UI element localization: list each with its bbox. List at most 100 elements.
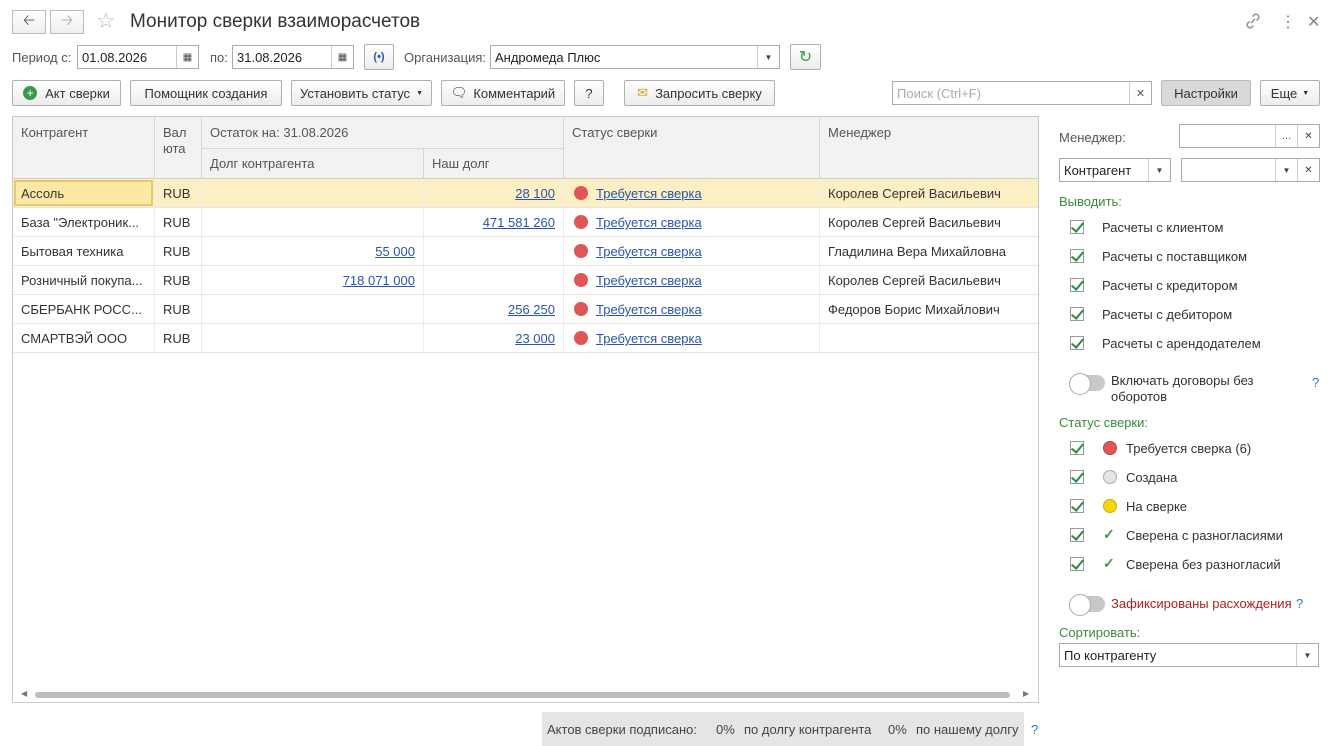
column-divider — [154, 208, 155, 237]
cell-counterparty[interactable]: СБЕРБАНК РОСС... — [21, 302, 151, 317]
period-from-field[interactable]: 01.08.2026 ▦ — [77, 45, 199, 69]
calendar-icon[interactable]: ▦ — [331, 46, 353, 68]
cell-counterparty[interactable]: База "Электроник... — [21, 215, 151, 230]
manager-field[interactable]: … ✕ — [1179, 124, 1320, 148]
arrow-right-icon: 🡢 — [60, 11, 74, 29]
cell-our-debt[interactable]: 23 000 — [425, 331, 555, 346]
output-checkbox[interactable] — [1070, 220, 1084, 234]
close-icon[interactable]: ✕ — [1307, 12, 1320, 32]
cell-their-debt[interactable]: 718 071 000 — [203, 273, 415, 288]
chevron-down-icon[interactable]: ▼ — [1275, 159, 1297, 181]
discrepancy-help-icon[interactable]: ? — [1296, 596, 1303, 611]
cell-status[interactable]: Требуется сверка — [596, 302, 702, 317]
cell-manager: Гладилина Вера Михайловна — [828, 244, 1007, 259]
discrepancy-toggle[interactable] — [1069, 594, 1105, 616]
select-dots-icon[interactable]: … — [1275, 125, 1297, 147]
include-contracts-help-icon[interactable]: ? — [1312, 375, 1319, 390]
chevron-down-icon[interactable]: ▼ — [1148, 159, 1170, 181]
output-checkbox[interactable] — [1070, 336, 1084, 350]
chevron-down-icon[interactable]: ▼ — [1296, 644, 1318, 666]
link-icon[interactable] — [1244, 12, 1262, 34]
status-red-dot-icon — [574, 215, 588, 229]
act-button[interactable]: + Акт сверки — [12, 80, 121, 106]
cell-status[interactable]: Требуется сверка — [596, 331, 702, 346]
status-red-dot-icon — [574, 186, 588, 200]
sort-select[interactable]: По контрагенту ▼ — [1059, 643, 1319, 667]
calendar-icon[interactable]: ▦ — [176, 46, 198, 68]
column-divider — [423, 266, 424, 295]
more-vertical-icon[interactable]: ⋮ — [1280, 12, 1296, 32]
wizard-button[interactable]: Помощник создания — [130, 80, 282, 106]
forward-button[interactable]: 🡢 — [50, 10, 84, 34]
status-yellow-dot-icon — [1103, 499, 1117, 513]
status-checkbox[interactable] — [1070, 528, 1084, 542]
contractor-select[interactable]: Контрагент ▼ — [1059, 158, 1171, 182]
reconciliation-table[interactable]: Контрагент Вал юта Остаток на: 31.08.202… — [12, 116, 1039, 703]
cell-our-debt[interactable]: 256 250 — [425, 302, 555, 317]
cell-counterparty[interactable]: СМАРТВЭЙ ООО — [21, 331, 151, 346]
col-currency-1[interactable]: Вал — [163, 125, 187, 140]
horizontal-scrollbar[interactable]: ◀ ▶ — [13, 688, 1038, 702]
footer-help-icon[interactable]: ? — [1031, 722, 1038, 737]
request-button[interactable]: ✉ Запросить сверку — [624, 80, 775, 106]
scroll-right-icon[interactable]: ▶ — [1023, 689, 1029, 698]
output-checkbox[interactable] — [1070, 307, 1084, 321]
table-row[interactable]: СМАРТВЭЙ ООО RUB 23 000 Требуется сверка — [13, 324, 1038, 353]
cell-counterparty[interactable]: Розничный покупа... — [21, 273, 151, 288]
clear-icon[interactable]: ✕ — [1297, 159, 1319, 181]
cell-status[interactable]: Требуется сверка — [596, 273, 702, 288]
refresh-button[interactable]: ↻ — [790, 44, 821, 70]
table-row[interactable]: Ассоль RUB 28 100 Требуется сверка Королев С… — [13, 179, 1038, 208]
search-input[interactable]: Поиск (Ctrl+F) ✕ — [892, 81, 1152, 105]
table-row[interactable]: СБЕРБАНК РОСС... RUB 256 250 Требуется свер… — [13, 295, 1038, 324]
cell-our-debt[interactable]: 28 100 — [425, 186, 555, 201]
period-select-icon: (•) — [373, 51, 385, 63]
cell-status[interactable]: Требуется сверка — [596, 186, 702, 201]
scrollbar-thumb[interactable] — [35, 692, 1010, 698]
include-contracts-toggle[interactable] — [1069, 373, 1105, 395]
chevron-down-icon[interactable]: ▼ — [757, 46, 779, 68]
status-checkbox[interactable] — [1070, 499, 1084, 513]
set-status-button[interactable]: Установить статус ▼ — [291, 80, 432, 106]
cell-counterparty[interactable]: Бытовая техника — [21, 244, 151, 259]
col-our-debt[interactable]: Наш долг — [432, 156, 490, 171]
cell-status[interactable]: Требуется сверка — [596, 215, 702, 230]
output-checkbox[interactable] — [1070, 278, 1084, 292]
col-status[interactable]: Статус сверки — [572, 125, 657, 140]
comment-button[interactable]: 🗨 Комментарий — [441, 80, 565, 106]
period-to-field[interactable]: 31.08.2026 ▦ — [232, 45, 354, 69]
cell-their-debt[interactable]: 55 000 — [203, 244, 415, 259]
status-filter-label: Статус сверки: — [1059, 415, 1148, 430]
period-choose-button[interactable]: (•) — [364, 44, 394, 70]
status-red-dot-icon — [574, 302, 588, 316]
help-button[interactable]: ? — [574, 80, 604, 106]
table-row[interactable]: Розничный покупа... RUB 718 071 000 Требует… — [13, 266, 1038, 295]
table-row[interactable]: Бытовая техника RUB 55 000 Требуется сверка… — [13, 237, 1038, 266]
col-their-debt[interactable]: Долг контрагента — [210, 156, 314, 171]
status-checkbox[interactable] — [1070, 557, 1084, 571]
status-checkbox[interactable] — [1070, 441, 1084, 455]
contractor-field[interactable]: ▼ ✕ — [1181, 158, 1320, 182]
col-counterparty[interactable]: Контрагент — [21, 125, 88, 140]
clear-icon[interactable]: ✕ — [1129, 82, 1151, 104]
clear-icon[interactable]: ✕ — [1297, 125, 1319, 147]
org-field[interactable]: Андромеда Плюс ▼ — [490, 45, 780, 69]
cell-our-debt[interactable]: 471 581 260 — [425, 215, 555, 230]
more-button[interactable]: Еще ▼ — [1260, 80, 1320, 106]
back-button[interactable]: 🡠 — [12, 10, 46, 34]
status-option-label: На сверке — [1126, 499, 1188, 514]
cell-counterparty[interactable]: Ассоль — [21, 186, 151, 201]
table-row[interactable]: База "Электроник... RUB 471 581 260 Требует… — [13, 208, 1038, 237]
star-icon[interactable]: ☆ — [96, 8, 116, 34]
column-divider — [423, 179, 424, 208]
comment-icon: 🗨 — [450, 85, 468, 100]
scroll-left-icon[interactable]: ◀ — [21, 689, 27, 698]
status-checkbox[interactable] — [1070, 470, 1084, 484]
output-checkbox[interactable] — [1070, 249, 1084, 263]
cell-currency: RUB — [163, 331, 191, 346]
col-manager[interactable]: Менеджер — [828, 125, 891, 140]
settings-button[interactable]: Настройки — [1161, 80, 1251, 106]
column-divider — [154, 266, 155, 295]
column-divider — [563, 179, 564, 208]
cell-status[interactable]: Требуется сверка — [596, 244, 702, 259]
